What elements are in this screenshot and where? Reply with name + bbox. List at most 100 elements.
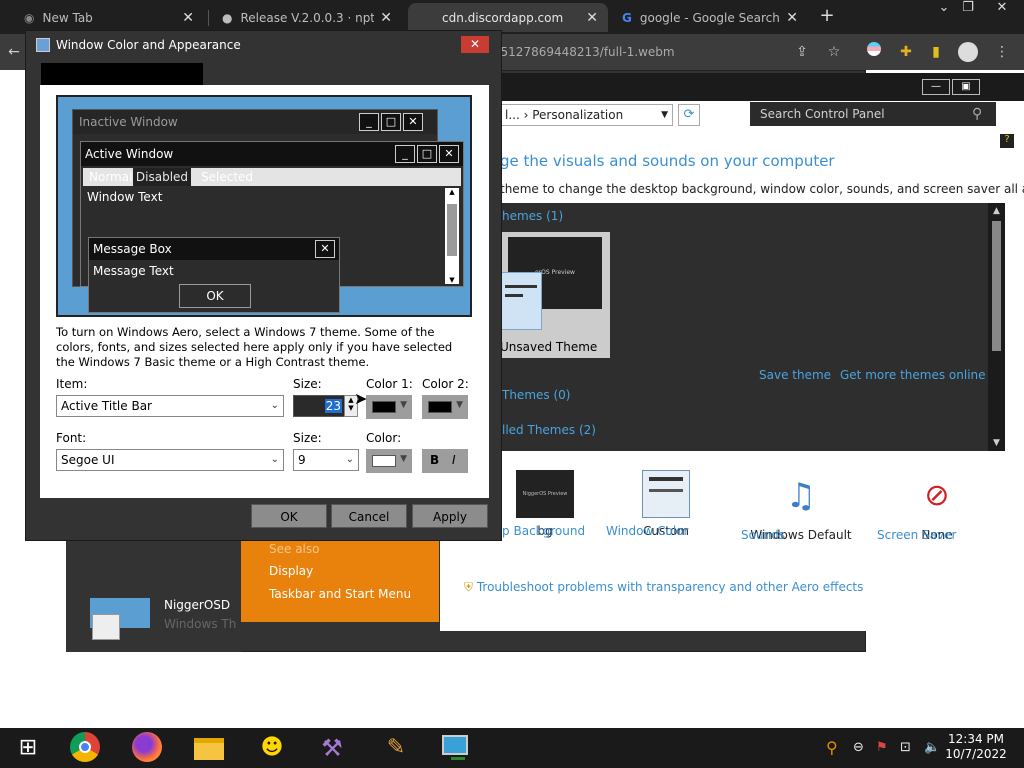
chevron-down-icon: ⌄ xyxy=(345,454,354,465)
font-color-swatch xyxy=(372,455,396,467)
theme-list-item[interactable] xyxy=(74,592,154,640)
item-label: Item: xyxy=(56,377,88,391)
search-control-panel-input[interactable]: Search Control Panel xyxy=(750,102,996,126)
troubleshoot-link[interactable]: ⛨ Troubleshoot problems with transparenc… xyxy=(464,580,863,595)
close-icon[interactable]: ✕ xyxy=(586,10,598,26)
font-color-picker[interactable]: ▼ xyxy=(366,449,412,473)
desktop-background-label[interactable]: top Background xyxy=(490,524,585,538)
breadcrumb[interactable]: l... › Personalization ▼ xyxy=(498,104,673,126)
share-icon[interactable]: ⇪ xyxy=(792,42,812,62)
dialog-titlebar: Window Color and Appearance xyxy=(26,31,501,59)
sidebar-icon[interactable]: ▮ xyxy=(926,42,946,62)
chevron-down-icon[interactable]: ▼ xyxy=(661,105,668,125)
size-value: 23 xyxy=(324,399,342,413)
italic-button[interactable]: I xyxy=(452,453,456,467)
file-explorer-icon[interactable] xyxy=(194,732,226,764)
color1-picker[interactable]: ▼ xyxy=(366,395,412,419)
chrome-icon[interactable] xyxy=(70,732,102,764)
theme-list-item-sub: Windows Th xyxy=(164,617,237,631)
refresh-icon[interactable]: ⟳ xyxy=(678,104,700,126)
message-box-title: Message Box xyxy=(89,238,339,260)
kebab-menu-icon[interactable]: ⋮ xyxy=(992,42,1012,62)
breadcrumb-personalization[interactable]: Personalization xyxy=(532,108,623,122)
maximize-icon: □ xyxy=(381,113,401,131)
maximize-button[interactable]: ▣ xyxy=(952,79,980,95)
color2-label: Color 2: xyxy=(422,377,469,391)
system-clock[interactable]: 12:34 PM 10/7/2022 xyxy=(940,732,1012,762)
my-themes-heading: hemes (1) xyxy=(502,209,564,223)
maximize-icon: □ xyxy=(417,145,437,163)
get-more-themes-link[interactable]: Get more themes online xyxy=(840,368,986,382)
menu-selected: Selected xyxy=(201,170,254,184)
sounds-item[interactable]: ♫ Sounds Windows Default xyxy=(741,470,861,542)
notification-icon[interactable]: ⊖ xyxy=(853,740,864,755)
cancel-button[interactable]: Cancel xyxy=(331,504,407,528)
new-tab-button[interactable]: + xyxy=(816,5,838,27)
scroll-up-icon[interactable]: ▲ xyxy=(988,203,1005,219)
desktop-background-item[interactable]: NiggerOS Preview top Background bg xyxy=(490,470,600,538)
window-color-item[interactable]: Window Color Custom xyxy=(606,470,726,538)
search-icon[interactable]: ⚲ xyxy=(972,106,982,122)
font-size-select[interactable]: 9 ⌄ xyxy=(293,449,359,471)
restore-icon[interactable]: ❐ xyxy=(956,0,980,20)
chevron-down-icon[interactable]: ⌄ xyxy=(932,0,956,20)
apply-button[interactable]: Apply xyxy=(412,504,488,528)
volume-icon[interactable]: 🔈 xyxy=(924,740,940,755)
yahoo-messenger-icon[interactable]: ☻ xyxy=(256,732,288,764)
breadcrumb-separator: l... › xyxy=(505,108,533,122)
close-icon[interactable]: ✕ xyxy=(380,10,392,26)
tab-title: google - Google Search xyxy=(639,10,780,25)
save-theme-link[interactable]: Save theme xyxy=(759,368,831,382)
screen-saver-label[interactable]: Screen Saver xyxy=(877,528,956,542)
profile-avatar-icon[interactable] xyxy=(958,42,978,62)
color2-picker[interactable]: ▼ xyxy=(422,395,468,419)
appearance-preview[interactable]: Inactive Window _ □ ✕ Active Window _ □ … xyxy=(56,95,472,317)
help-icon[interactable]: ? xyxy=(1000,134,1014,148)
message-box-preview[interactable]: Message Box ✕ Message Text OK xyxy=(88,237,340,313)
font-size-label: Size: xyxy=(293,431,322,445)
font-size-value: 9 xyxy=(298,453,306,467)
item-select[interactable]: Active Title Bar ⌄ xyxy=(56,395,284,417)
visual-studio-icon[interactable]: ⚒ xyxy=(316,732,348,764)
search-icon[interactable]: ⚲ xyxy=(826,738,838,757)
tab-discord-cdn[interactable]: cdn.discordapp.com ✕ xyxy=(408,3,608,32)
flag-icon[interactable]: ⚑ xyxy=(876,740,888,755)
star-icon[interactable]: ☆ xyxy=(824,42,844,62)
close-icon[interactable]: ✕ xyxy=(786,10,798,26)
tab-separator xyxy=(208,10,209,26)
screen-saver-item[interactable]: ⊘ Screen Saver None xyxy=(877,470,997,542)
themes-scrollbar[interactable]: ▲ ▼ xyxy=(988,203,1005,451)
bold-button[interactable]: B xyxy=(430,453,439,467)
back-arrow-icon[interactable]: ← xyxy=(4,42,24,62)
tab-release[interactable]: ● Release V.2.0.0.3 · nptr/... ✕ xyxy=(212,3,402,32)
scrollbar-thumb[interactable] xyxy=(992,221,1001,351)
start-icon[interactable]: ⊞ xyxy=(12,732,44,764)
sounds-label[interactable]: Sounds xyxy=(741,528,785,542)
close-icon: ✕ xyxy=(439,145,459,163)
size-input[interactable]: 23 xyxy=(293,395,347,417)
network-icon[interactable]: ⊡ xyxy=(900,740,911,755)
extension-flag-icon[interactable] xyxy=(864,42,884,62)
font-select[interactable]: Segoe UI ⌄ xyxy=(56,449,284,471)
ok-button[interactable]: OK xyxy=(251,504,327,528)
message-text: Message Text xyxy=(93,264,174,278)
app-icon[interactable]: ✎ xyxy=(380,732,412,764)
taskbar-start-menu-link[interactable]: Taskbar and Start Menu xyxy=(269,587,411,601)
chevron-down-icon: ⌄ xyxy=(270,454,279,465)
mouse-cursor-icon: ➤ xyxy=(354,389,368,408)
close-button[interactable]: ✕ xyxy=(461,36,489,53)
page-subtitle: theme to change the desktop background, … xyxy=(500,182,1024,196)
puzzle-icon[interactable]: ✚ xyxy=(896,42,916,62)
scroll-down-icon[interactable]: ▼ xyxy=(988,435,1005,451)
minimize-button[interactable]: — xyxy=(922,79,950,95)
address-bar[interactable]: 76935127869448213/full-1.webm xyxy=(470,40,730,64)
firefox-icon[interactable] xyxy=(132,732,164,764)
remote-desktop-icon[interactable] xyxy=(442,732,474,764)
close-icon[interactable]: ✕ xyxy=(182,10,194,26)
window-color-label[interactable]: Window Color xyxy=(606,524,688,538)
display-link[interactable]: Display xyxy=(269,564,313,578)
tab-new-tab[interactable]: ◉ New Tab ✕ xyxy=(14,3,204,32)
troubleshoot-label[interactable]: Troubleshoot problems with transparency … xyxy=(477,580,864,594)
close-icon[interactable]: ✕ xyxy=(990,0,1014,20)
tab-google-search[interactable]: G google - Google Search ✕ xyxy=(612,3,808,32)
